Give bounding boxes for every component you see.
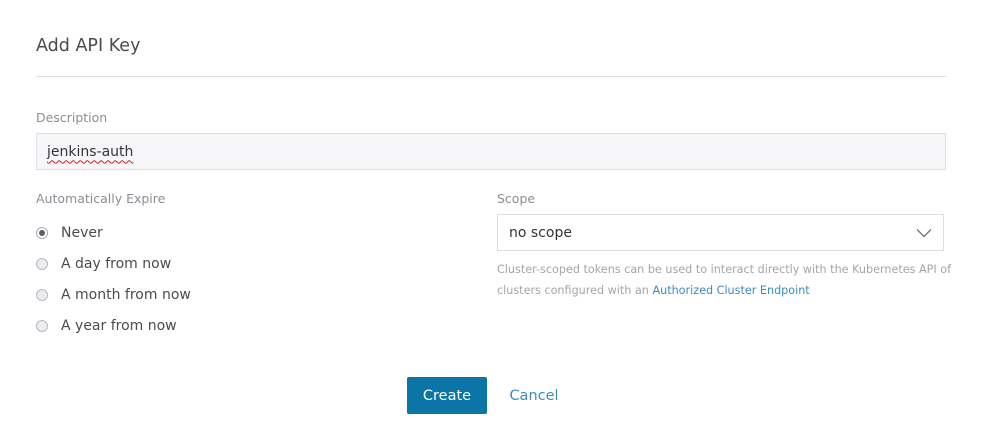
expire-radio-group: Never A day from now A month from now A … <box>36 217 191 341</box>
radio-button[interactable] <box>36 288 48 301</box>
description-value: jenkins-auth <box>47 143 134 160</box>
radio-button[interactable] <box>36 257 48 270</box>
scope-help-text: Cluster-scoped tokens can be used to int… <box>497 259 952 301</box>
authorized-cluster-endpoint-link[interactable]: Authorized Cluster Endpoint <box>652 284 809 297</box>
expire-option-month[interactable]: A month from now <box>36 279 191 310</box>
radio-button-checked[interactable] <box>36 226 48 239</box>
radio-button[interactable] <box>36 319 48 332</box>
description-input[interactable]: jenkins-auth <box>36 133 946 170</box>
create-button[interactable]: Create <box>407 377 487 414</box>
chevron-down-icon <box>916 228 932 237</box>
expire-option-label: A month from now <box>61 286 191 303</box>
scope-selected-value: no scope <box>509 224 572 241</box>
expire-option-never[interactable]: Never <box>36 217 191 248</box>
expire-option-year[interactable]: A year from now <box>36 310 191 341</box>
cancel-button[interactable]: Cancel <box>500 377 568 414</box>
expire-option-day[interactable]: A day from now <box>36 248 191 279</box>
expire-label: Automatically Expire <box>36 191 166 206</box>
add-api-key-form: Add API Key Description jenkins-auth Aut… <box>0 0 985 441</box>
expire-option-label: A day from now <box>61 255 172 272</box>
description-label: Description <box>36 110 108 125</box>
scope-label: Scope <box>497 191 536 206</box>
scope-select[interactable]: no scope <box>497 214 944 251</box>
expire-option-label: Never <box>61 224 103 241</box>
title-divider <box>36 76 946 77</box>
expire-option-label: A year from now <box>61 317 177 334</box>
page-title: Add API Key <box>36 36 141 56</box>
